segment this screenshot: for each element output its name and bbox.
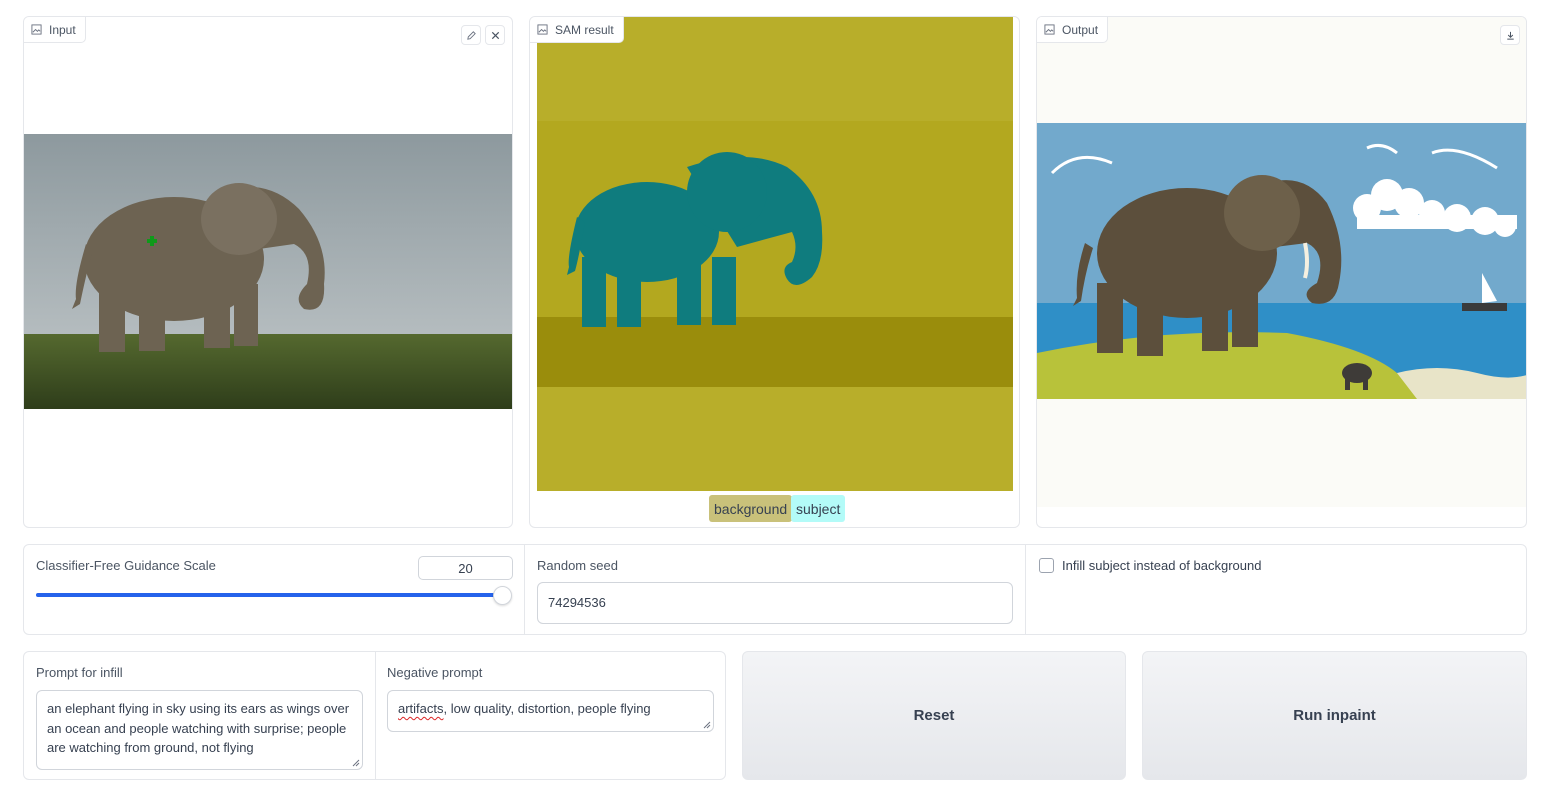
prompt-label: Prompt for infill [36,665,123,680]
guidance-slider-thumb[interactable] [493,586,512,605]
download-icon [1506,31,1514,40]
output-label-text: Output [1062,22,1099,37]
negative-prompt-label: Negative prompt [387,665,483,680]
infill-checkbox-label[interactable]: Infill subject instead of background [1062,558,1261,573]
misspelled-word: artifacts [398,701,444,716]
output-photo [1037,123,1526,399]
infill-checkbox[interactable] [1039,558,1054,573]
sam-label-text: SAM result [555,22,614,37]
sam-label: SAM result [530,17,624,43]
legend-background: background [709,495,793,522]
sam-result-panel: SAM result background subject [529,16,1020,528]
input-label-text: Input [49,22,76,37]
resize-handle-icon[interactable] [703,721,711,729]
download-button[interactable] [1500,25,1520,45]
seed-label: Random seed [537,558,618,573]
image-icon [537,24,548,35]
input-image-panel[interactable]: Input [23,16,513,528]
sam-mask-image [537,17,1013,491]
resize-handle-icon[interactable] [352,759,360,767]
controls-row: Classifier-Free Guidance Scale 20 Random… [23,544,1527,635]
run-inpaint-button[interactable]: Run inpaint [1142,651,1527,780]
input-label: Input [24,17,86,43]
reset-button[interactable]: Reset [742,651,1126,780]
close-icon [491,31,499,39]
legend-subject: subject [791,495,846,522]
image-icon [1044,24,1055,35]
divider [1025,545,1026,634]
prompt-textarea[interactable]: an elephant flying in sky using its ears… [36,690,363,770]
prompts-panel: Prompt for infill an elephant flying in … [23,651,726,780]
edit-button[interactable] [461,25,481,45]
output-image-panel: Output [1036,16,1527,528]
guidance-value-input[interactable]: 20 [418,556,513,580]
guidance-slider-track[interactable] [36,593,502,597]
prompt-text: an elephant flying in sky using its ears… [47,701,350,755]
divider [524,545,525,634]
guidance-label: Classifier-Free Guidance Scale [36,558,216,573]
output-label: Output [1037,17,1109,43]
negative-prompt-text: , low quality, distortion, people flying [443,701,651,716]
clear-image-button[interactable] [485,25,505,45]
divider [375,652,376,779]
image-icon [31,24,42,35]
input-photo[interactable] [24,134,513,409]
seed-input[interactable]: 74294536 [537,582,1013,624]
pencil-icon [466,30,476,40]
negative-prompt-textarea[interactable]: artifacts, low quality, distortion, peop… [387,690,714,732]
